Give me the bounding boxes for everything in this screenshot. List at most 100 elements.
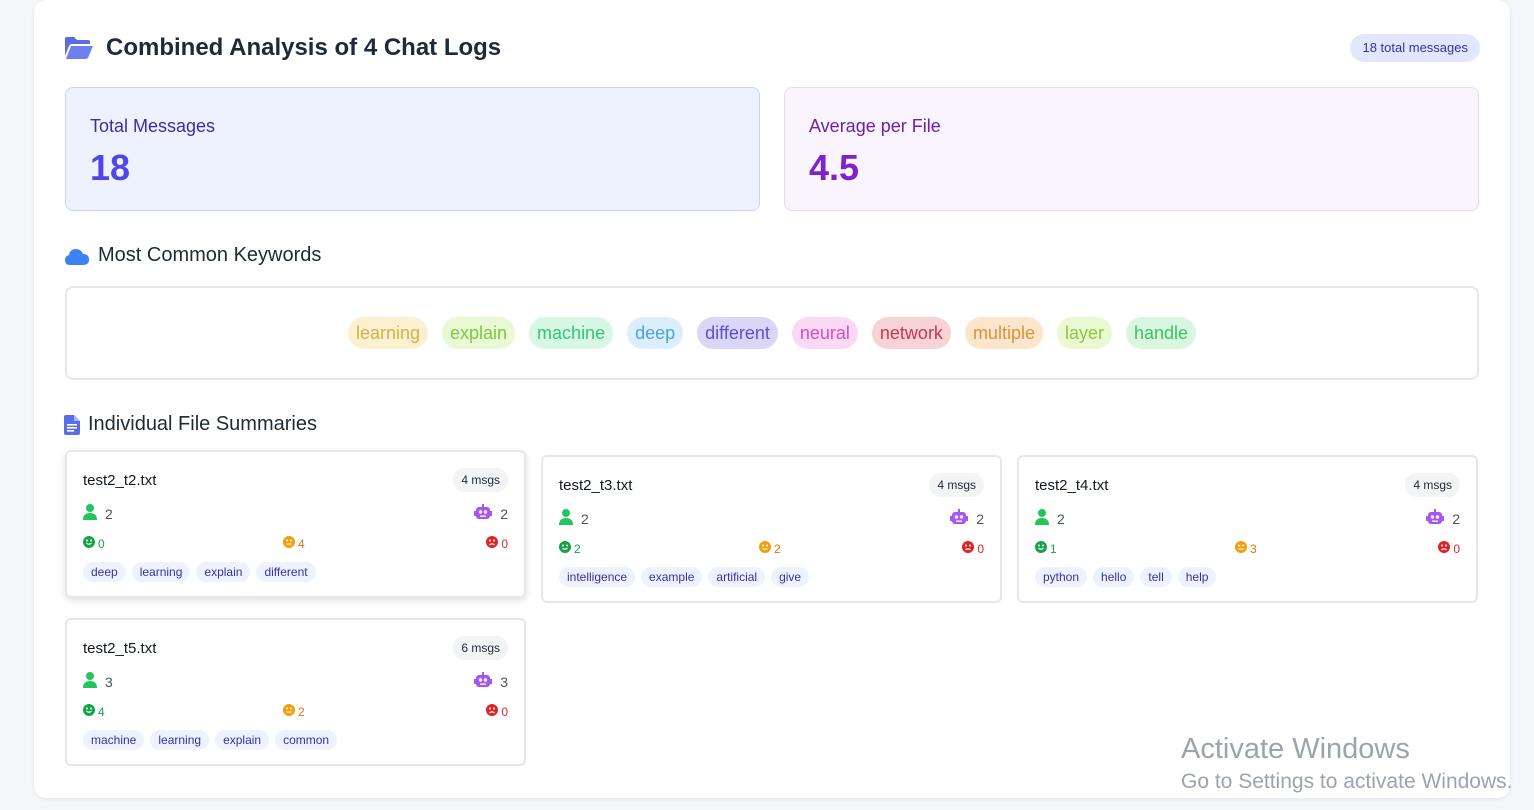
- user-message-count: 2: [83, 504, 113, 523]
- negative-sentiment: 0: [962, 541, 984, 556]
- file-keyword-tag: common: [275, 730, 338, 750]
- positive-count: 1: [1050, 541, 1057, 556]
- average-per-file-value: 4.5: [809, 147, 860, 188]
- negative-count: 0: [501, 704, 508, 719]
- sentiment-row: 0 4 0: [83, 536, 508, 552]
- bot-count: 2: [976, 510, 984, 527]
- positive-sentiment: 1: [1035, 541, 1057, 556]
- page-title: Combined Analysis of 4 Chat Logs: [106, 34, 502, 61]
- windows-activation-watermark: Activate Windows Go to Settings to activ…: [1181, 733, 1513, 794]
- user-icon: [559, 509, 573, 528]
- keyword-tag: explain: [442, 317, 516, 349]
- bot-count: 3: [500, 673, 508, 690]
- file-keyword-tag: hello: [1093, 567, 1135, 587]
- file-keywords: machine learning explain common: [83, 730, 338, 750]
- average-per-file-card: Average per File 4.5: [784, 87, 1479, 211]
- user-count: 2: [105, 505, 113, 522]
- bot-message-count: 2: [1426, 509, 1460, 528]
- total-messages-value: 18: [90, 147, 131, 188]
- frown-icon: [486, 704, 499, 719]
- negative-count: 0: [501, 536, 508, 551]
- sentiment-row: 4 2 0: [83, 704, 508, 720]
- file-summaries-title-text: Individual File Summaries: [88, 413, 317, 435]
- file-keyword-tag: intelligence: [559, 567, 636, 587]
- keyword-cloud: learning explain machine deep different neura…: [65, 286, 1479, 380]
- neutral-sentiment: 3: [1235, 541, 1257, 556]
- file-keywords: deep learning explain different: [83, 562, 316, 582]
- keyword-tag: machine: [529, 317, 614, 349]
- neutral-face-icon: [759, 541, 771, 556]
- file-keyword-tag: help: [1177, 567, 1217, 587]
- negative-sentiment: 0: [486, 704, 508, 719]
- file-summary-card[interactable]: test2_t3.txt 4 msgs 2 2 2 2 0 intelligence examp…: [541, 455, 1002, 603]
- neutral-sentiment: 2: [283, 704, 305, 719]
- negative-sentiment: 0: [486, 536, 508, 551]
- watermark-line-2: Go to Settings to activate Windows.: [1181, 770, 1513, 793]
- neutral-sentiment: 4: [283, 536, 305, 551]
- file-summary-card[interactable]: test2_t5.txt 6 msgs 3 3 4 2 0 machine learning ex…: [65, 618, 526, 766]
- file-keywords: intelligence example artificial give: [559, 567, 810, 587]
- keyword-tag: different: [697, 317, 778, 349]
- header: Combined Analysis of 4 Chat Logs 18 tota…: [64, 30, 1480, 70]
- user-icon: [1035, 509, 1049, 528]
- file-keywords: python hello tell help: [1035, 567, 1217, 587]
- message-count-badge: 4 msgs: [929, 473, 984, 497]
- file-keyword-tag: artificial: [708, 567, 766, 587]
- frown-icon: [486, 536, 499, 551]
- message-count-badge: 6 msgs: [453, 636, 508, 660]
- file-name: test2_t2.txt: [83, 472, 157, 489]
- positive-count: 4: [98, 704, 105, 719]
- keywords-section-title: Most Common Keywords: [64, 244, 321, 267]
- message-count-badge: 4 msgs: [1405, 473, 1460, 497]
- negative-sentiment: 0: [1438, 541, 1460, 556]
- keyword-tag: deep: [627, 317, 684, 349]
- robot-icon: [474, 504, 493, 523]
- file-name: test2_t5.txt: [83, 640, 157, 657]
- neutral-count: 2: [298, 704, 305, 719]
- sentiment-row: 2 2 0: [559, 541, 984, 557]
- file-keyword-tag: deep: [83, 562, 126, 582]
- average-per-file-label: Average per File: [809, 116, 941, 136]
- file-keyword-tag: machine: [83, 730, 145, 750]
- folder-open-icon: [65, 37, 93, 59]
- file-summary-card[interactable]: test2_t4.txt 4 msgs 2 2 1 3 0 python hello tell he…: [1017, 455, 1478, 603]
- positive-sentiment: 2: [559, 541, 581, 556]
- user-icon: [83, 672, 97, 691]
- keyword-tag: learning: [347, 317, 428, 349]
- user-count: 2: [1057, 510, 1065, 527]
- bot-message-count: 3: [474, 672, 508, 691]
- keyword-tag: handle: [1125, 317, 1197, 349]
- file-name: test2_t3.txt: [559, 477, 633, 494]
- sentiment-row: 1 3 0: [1035, 541, 1460, 557]
- user-message-count: 2: [1035, 509, 1065, 528]
- positive-sentiment: 0: [83, 536, 105, 551]
- keywords-title-text: Most Common Keywords: [98, 244, 322, 266]
- neutral-sentiment: 2: [759, 541, 781, 556]
- document-icon: [64, 414, 80, 435]
- positive-count: 2: [574, 541, 581, 556]
- negative-count: 0: [1453, 541, 1460, 556]
- keyword-tag: layer: [1056, 317, 1112, 349]
- total-messages-label: Total Messages: [90, 116, 216, 136]
- smile-icon: [559, 541, 571, 556]
- positive-sentiment: 4: [83, 704, 105, 719]
- user-count: 3: [105, 673, 113, 690]
- user-message-count: 2: [559, 509, 589, 528]
- keyword-tag: network: [871, 317, 951, 349]
- file-keyword-tag: tell: [1140, 567, 1172, 587]
- bot-count: 2: [500, 505, 508, 522]
- neutral-count: 3: [1250, 541, 1257, 556]
- user-count: 2: [581, 510, 589, 527]
- positive-count: 0: [98, 536, 105, 551]
- neutral-count: 2: [774, 541, 781, 556]
- keyword-tag: multiple: [964, 317, 1043, 349]
- bot-count: 2: [1452, 510, 1460, 527]
- robot-icon: [474, 672, 493, 691]
- user-message-count: 3: [83, 672, 113, 691]
- message-count-badge: 4 msgs: [453, 468, 508, 492]
- cloud-icon: [65, 248, 89, 265]
- file-summaries-section-title: Individual File Summaries: [64, 413, 317, 436]
- file-summary-card[interactable]: test2_t2.txt 4 msgs 2 2 0 4 0 deep learning expla…: [65, 450, 526, 598]
- total-messages-card: Total Messages 18: [65, 87, 760, 211]
- frown-icon: [962, 541, 975, 556]
